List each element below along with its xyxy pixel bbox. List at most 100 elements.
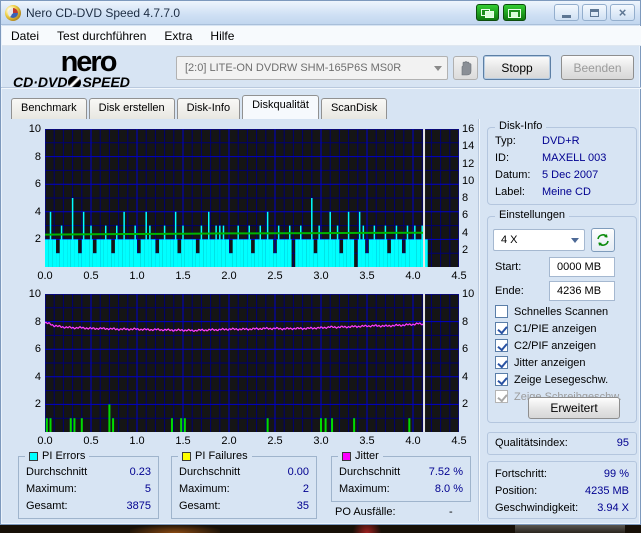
checkbox-box — [495, 373, 508, 386]
tab-benchmark[interactable]: Benchmark — [11, 98, 87, 119]
app-window: Nero CD-DVD Speed 4.7.7.0 × Datei Test d… — [0, 0, 641, 525]
pi-failures-legend-label: PI Failures — [195, 450, 248, 462]
close-icon: × — [618, 5, 627, 20]
advanced-button[interactable]: Erweitert — [528, 397, 620, 419]
pi-failures-max-value: 2 — [302, 483, 309, 495]
jitter-avg-value: 7.52 % — [428, 466, 463, 478]
stop-button[interactable]: Stopp — [483, 55, 551, 80]
po-failures-value: - — [449, 506, 453, 518]
close-button[interactable]: × — [610, 4, 635, 21]
start-input[interactable]: 0000 MB — [549, 257, 615, 277]
checkbox-label: C2/PIF anzeigen — [514, 339, 596, 352]
pi-errors-scan-x-tick: 1.5 — [175, 270, 191, 282]
checkbox-box — [495, 305, 508, 318]
jitter-scan-left-tick: 10 — [28, 288, 41, 300]
menu-item-datei[interactable]: Datei — [2, 27, 48, 45]
nero-logo-word: nero — [60, 46, 118, 78]
pi-errors-scan-right-tick: 12 — [462, 157, 475, 170]
pi-errors-scan-right-tick: 14 — [462, 140, 475, 153]
pi-errors-total-label: Gesamt: — [26, 500, 68, 512]
speed-select-value: 4 X — [501, 234, 518, 246]
checkbox-label: Jitter anzeigen — [514, 356, 586, 369]
tab-disk-erstellen[interactable]: Disk erstellen — [88, 98, 175, 119]
speed-select[interactable]: 4 X — [493, 229, 585, 251]
app-icon — [5, 4, 21, 21]
jitter-scan-x-tick: 1.5 — [175, 435, 191, 447]
exit-button[interactable]: Beenden — [561, 55, 634, 80]
checkbox-jitter[interactable]: Jitter anzeigen — [495, 356, 586, 369]
checkbox-box — [495, 322, 508, 335]
pi-errors-max-value: 5 — [144, 483, 151, 495]
screenshot-button[interactable] — [476, 4, 499, 21]
jitter-scan-x-tick: 2.0 — [221, 435, 237, 447]
jitter-scan-right-tick: 4 — [462, 370, 469, 383]
disk-info-title: Disk-Info — [495, 120, 547, 132]
checkbox-box — [495, 390, 508, 403]
pi-errors-scan-x-tick: 3.5 — [359, 270, 375, 282]
pi-failures-avg-label: Durchschnitt — [179, 466, 241, 478]
tab-diskqualitaet[interactable]: Diskqualität — [242, 95, 319, 119]
disk-id-value: MAXELL 003 — [542, 152, 607, 164]
end-input[interactable]: 4236 MB — [549, 281, 615, 301]
menu-item-extra[interactable]: Extra — [155, 27, 201, 45]
minimize-icon — [562, 14, 571, 18]
jitter-scan-x-tick: 3.5 — [359, 435, 375, 447]
jitter-scan-x-tick: 4.5 — [451, 435, 467, 447]
maximize-button[interactable] — [582, 4, 607, 21]
jitter-scan-x-tick: 4.0 — [405, 435, 421, 447]
save-results-button[interactable] — [503, 4, 526, 21]
jitter-scan-x-tick: 1.0 — [129, 435, 145, 447]
panel-divider — [478, 119, 480, 521]
jitter-scan-right-tick: 8 — [462, 315, 469, 328]
pi-errors-scan-right-tick: 6 — [462, 209, 469, 222]
eject-hand-button[interactable] — [453, 56, 478, 80]
jitter-scan-right-tick: 2 — [462, 398, 469, 411]
checkbox-lesegeschw[interactable]: Zeige Lesegeschw. — [495, 373, 608, 386]
chevron-down-icon — [566, 237, 584, 243]
tabbar: Benchmark Disk erstellen Disk-Info Diskq… — [11, 95, 389, 119]
taskbar-strip — [0, 525, 641, 533]
drive-select-value: [2:0] LITE-ON DVDRW SHM-165P6S MS0R — [185, 62, 402, 74]
pi-errors-scan-x-tick: 0.0 — [37, 270, 53, 282]
screenshot-icon-overlay — [485, 11, 494, 18]
pi-errors-scan-right-tick: 4 — [462, 226, 469, 239]
pi-failures-avg-value: 0.00 — [287, 466, 309, 478]
disk-id-label: ID: — [495, 152, 510, 164]
pi-failures-max-label: Maximum: — [179, 483, 230, 495]
pi-errors-legend-label: PI Errors — [42, 450, 86, 462]
menu-item-test-durchfuehren[interactable]: Test durchführen — [48, 27, 155, 45]
checkbox-box — [495, 339, 508, 352]
checkbox-schnelles-scannen[interactable]: Schnelles Scannen — [495, 305, 608, 318]
menubar: Datei Test durchführen Extra Hilfe — [2, 26, 641, 46]
tab-scandisk[interactable]: ScanDisk — [320, 98, 388, 119]
po-failures-label: PO Ausfälle: — [335, 506, 396, 518]
jitter-legend-label: Jitter — [355, 450, 379, 462]
jitter-scan-left-tick: 4 — [34, 370, 41, 383]
position-value: 4235 MB — [584, 485, 629, 497]
checkbox-label: C1/PIE anzeigen — [514, 322, 597, 335]
start-input-value: 0000 MB — [557, 261, 602, 273]
pi-errors-legend-swatch — [29, 451, 38, 461]
jitter-max-value: 8.0 % — [434, 483, 463, 495]
nero-logo: nero CD·DVD SPEED — [13, 46, 173, 91]
tab-disk-info[interactable]: Disk-Info — [176, 98, 241, 119]
pi-errors-scan-left-tick: 4 — [34, 205, 41, 218]
pi-errors-avg-label: Durchschnitt — [26, 466, 88, 478]
exit-button-label: Beenden — [573, 60, 622, 75]
pi-errors-scan-x-tick: 0.5 — [83, 270, 99, 282]
drive-select[interactable]: [2:0] LITE-ON DVDRW SHM-165P6S MS0R — [176, 56, 448, 80]
hand-icon — [461, 60, 471, 75]
refresh-button[interactable] — [591, 228, 615, 252]
position-label: Position: — [495, 485, 538, 497]
disk-date-value: 5 Dec 2007 — [542, 169, 599, 181]
disk-type-label: Typ: — [495, 135, 516, 147]
jitter-scan-x-tick: 3.0 — [313, 435, 329, 447]
pi-errors-scan-left-tick: 6 — [34, 178, 41, 191]
minimize-button[interactable] — [554, 4, 579, 21]
checkbox-c2-pif[interactable]: C2/PIF anzeigen — [495, 339, 596, 352]
menu-item-hilfe[interactable]: Hilfe — [201, 27, 243, 45]
jitter-avg-label: Durchschnitt — [339, 466, 401, 478]
pi-errors-scan-x-tick: 4.5 — [451, 270, 467, 282]
jitter-scan-plot — [45, 294, 459, 432]
checkbox-c1-pie[interactable]: C1/PIE anzeigen — [495, 322, 597, 335]
